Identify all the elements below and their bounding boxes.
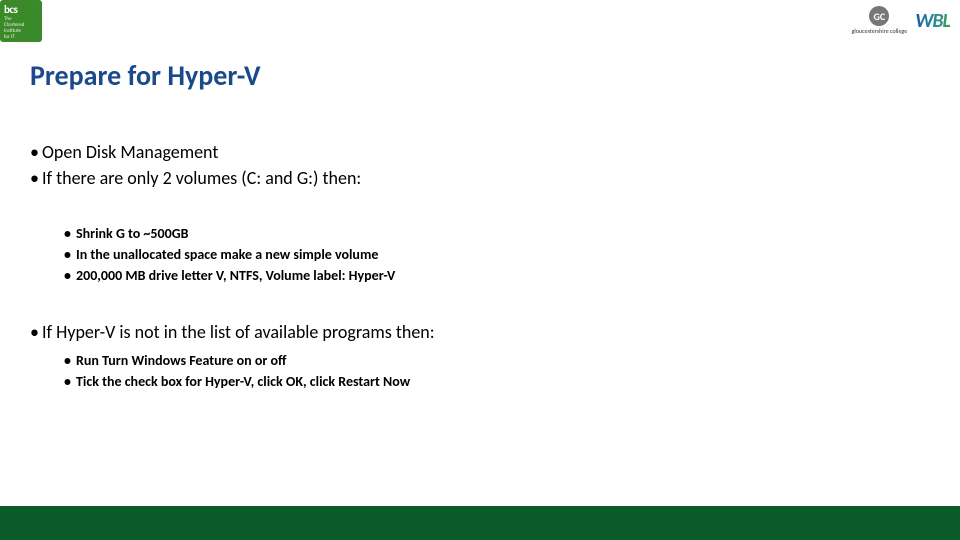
- bullet-text: Open Disk Management: [42, 141, 218, 163]
- sub-bullet-shrink: •Shrink G to ~500GB: [64, 223, 920, 244]
- sub-bullet-windows-feature: •Run Turn Windows Feature on or off: [64, 350, 920, 371]
- bullet-text: If there are only 2 volumes (C: and G:) …: [42, 167, 361, 189]
- bullet-icon: •: [64, 223, 76, 244]
- sub-bullets-features: •Run Turn Windows Feature on or off •Tic…: [64, 350, 920, 392]
- bcs-logo: bcs The Chartered Institute for IT: [0, 0, 42, 42]
- bullet-text: In the unallocated space make a new simp…: [76, 246, 378, 263]
- bullet-icon: •: [64, 371, 76, 392]
- bullet-text: Run Turn Windows Feature on or off: [76, 352, 286, 369]
- sub-bullet-new-volume: •In the unallocated space make a new sim…: [64, 244, 920, 265]
- bullet-icon: •: [64, 265, 76, 286]
- slide-body: •Open Disk Management •If there are only…: [30, 140, 920, 392]
- bullet-icon: •: [64, 244, 76, 265]
- bcs-logo-sub4: for IT: [0, 34, 42, 40]
- sub-bullet-volume-spec: •200,000 MB drive letter V, NTFS, Volume…: [64, 265, 920, 286]
- gc-logo-circle: GC: [869, 6, 889, 26]
- wbl-logo: WBL: [915, 9, 950, 33]
- bullet-text: 200,000 MB drive letter V, NTFS, Volume …: [76, 267, 395, 284]
- gc-logo-text: gloucestershire college: [852, 27, 908, 35]
- bullet-two-volumes: •If there are only 2 volumes (C: and G:)…: [30, 166, 920, 190]
- sub-bullets-volumes: •Shrink G to ~500GB •In the unallocated …: [64, 223, 920, 286]
- bullet-icon: •: [64, 350, 76, 371]
- bullet-text: If Hyper-V is not in the list of availab…: [42, 321, 435, 343]
- bullet-open-disk-management: •Open Disk Management: [30, 140, 920, 164]
- bullet-text: Shrink G to ~500GB: [76, 225, 188, 242]
- bullet-icon: •: [30, 140, 42, 164]
- header-logos-right: GC gloucestershire college WBL: [852, 6, 950, 35]
- bullet-text: Tick the check box for Hyper-V, click OK…: [76, 373, 410, 390]
- bullet-hyperv-missing: •If Hyper-V is not in the list of availa…: [30, 320, 920, 344]
- footer-bar: [0, 506, 960, 540]
- bullet-icon: •: [30, 320, 42, 344]
- gc-logo: GC gloucestershire college: [852, 6, 908, 35]
- slide-title: Prepare for Hyper-V: [30, 58, 261, 93]
- bcs-logo-text: bcs: [0, 0, 42, 16]
- sub-bullet-tick-restart: •Tick the check box for Hyper-V, click O…: [64, 371, 920, 392]
- bullet-icon: •: [30, 166, 42, 190]
